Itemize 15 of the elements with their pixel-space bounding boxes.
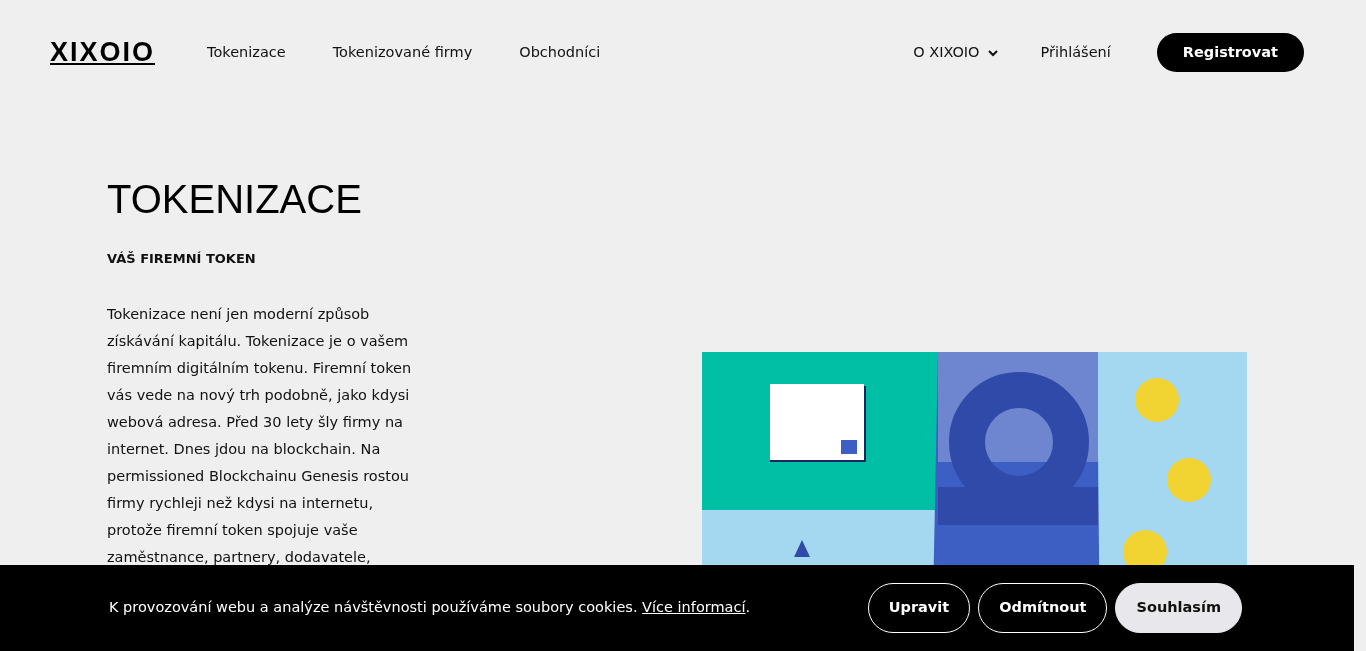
cookie-button[interactable]: Souhlasím	[1115, 583, 1242, 633]
page-title: TOKENIZACE	[107, 176, 363, 223]
login-link[interactable]: Přihlášení	[1040, 41, 1111, 64]
nav-link[interactable]: Tokenizace	[207, 41, 286, 64]
more-info-link[interactable]: Více informací	[642, 599, 746, 616]
cookie-button[interactable]: Odmítnout	[978, 583, 1108, 633]
paragraph: Tokenizace není jen moderní způsob získávání kapitálu. Tokenizace je o vašem firemním digitálním tokenu. Firemní token vás vede na nový trh podobně, jako kdysi webová adresa. Před 30 lety šly firmy na internet. Dnes jdou na blockchain. Na permissioned Blockchainu Genesis rostou firmy rychleji než kdysi na internetu, protože firemní token spojuje vaše zaměstnance, partnery, dodavatele,	[107, 304, 413, 567]
register-button[interactable]: Registrovat	[1156, 32, 1304, 73]
subtitle: VÁŠ FIREMNÍ TOKEN	[107, 250, 257, 268]
cookie-button[interactable]: Upravit	[867, 583, 971, 633]
logo[interactable]: XIXOIO	[50, 32, 156, 73]
nav-link[interactable]: Tokenizované firmy	[332, 41, 473, 64]
nav-dropdown[interactable]: O XIXOIO	[913, 41, 998, 64]
cookie-notice: K provozování webu a analýze návštěvnosti používáme soubory cookies. Více informací.	[109, 598, 751, 618]
nav-link[interactable]: Obchodníci	[519, 41, 601, 64]
